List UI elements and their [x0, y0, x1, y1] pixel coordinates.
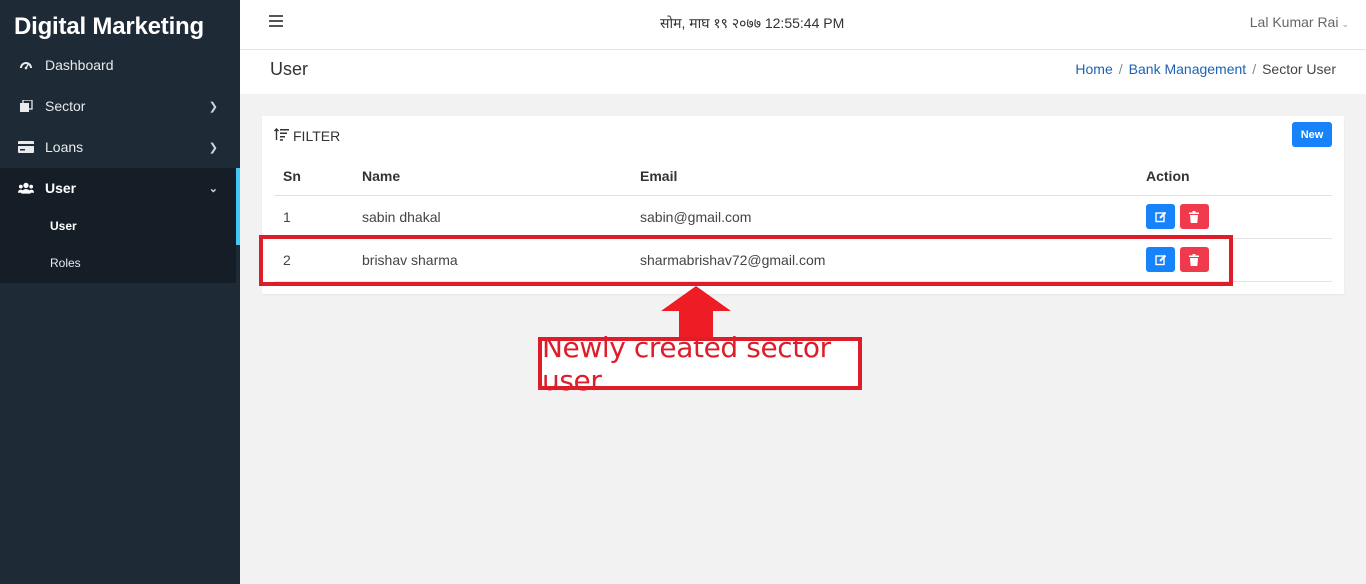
users-icon — [18, 180, 34, 196]
sidebar-subitem-roles[interactable]: Roles — [50, 256, 81, 270]
column-header-sn: Sn — [274, 158, 352, 196]
sidebar-subitem-user[interactable]: User — [50, 219, 77, 233]
column-header-name: Name — [352, 158, 630, 196]
user-menu[interactable]: Lal Kumar Rai ⌄ — [1250, 14, 1349, 30]
sidebar: Digital Marketing Dashboard Sector ❯ Loa… — [0, 0, 240, 584]
top-bar: सोम, माघ १९ २०७७ 12:55:44 PM Lal Kumar R… — [240, 0, 1366, 50]
edit-button[interactable] — [1146, 204, 1175, 229]
sidebar-subnav: User Roles — [0, 207, 236, 283]
dashboard-icon — [18, 57, 34, 73]
sidebar-item-label: Sector — [45, 98, 86, 114]
breadcrumb-separator: / — [1118, 61, 1123, 77]
breadcrumb-bank-management[interactable]: Bank Management — [1129, 61, 1247, 77]
delete-button[interactable] — [1179, 204, 1209, 229]
sidebar-item-user[interactable]: User ⌄ — [0, 168, 240, 245]
breadcrumb-home[interactable]: Home — [1075, 61, 1112, 77]
filter-icon — [274, 128, 289, 144]
filter-toggle[interactable]: FILTER — [274, 128, 340, 144]
sidebar-item-sector[interactable]: Sector ❯ — [0, 86, 240, 126]
cell-name: sabin dhakal — [352, 195, 630, 239]
page-title: User — [270, 59, 309, 79]
chevron-down-icon: ⌄ — [208, 182, 218, 195]
new-user-button[interactable]: New — [1292, 122, 1332, 147]
column-header-email: Email — [630, 158, 1134, 196]
chevron-down-icon: ⌄ — [1341, 19, 1349, 29]
current-datetime: सोम, माघ १९ २०७७ 12:55:44 PM — [660, 15, 845, 31]
cell-sn: 1 — [274, 195, 352, 239]
menu-toggle-icon[interactable] — [269, 15, 283, 27]
breadcrumb-separator: / — [1252, 61, 1257, 77]
annotation-label: Newly created sector user — [538, 331, 862, 397]
table-row: 1 sabin dhakal sabin@gmail.com — [274, 195, 1332, 239]
cell-actions — [1134, 195, 1332, 239]
edit-icon — [1154, 211, 1166, 222]
chevron-right-icon: ❯ — [208, 141, 218, 154]
sidebar-item-loans[interactable]: Loans ❯ — [0, 127, 240, 167]
breadcrumb: Home / Bank Management / Sector User — [1075, 61, 1336, 77]
chevron-right-icon: ❯ — [208, 100, 218, 113]
sidebar-item-label: Dashboard — [45, 57, 114, 73]
column-header-action: Action — [1134, 158, 1332, 196]
filter-label: FILTER — [293, 128, 341, 144]
user-name: Lal Kumar Rai — [1249, 14, 1339, 30]
sidebar-item-label: User — [45, 180, 77, 196]
sidebar-item-label: Loans — [45, 139, 84, 155]
trash-icon — [1189, 210, 1200, 223]
app-brand: Digital Marketing — [14, 13, 204, 40]
cell-email: sabin@gmail.com — [630, 195, 1134, 239]
loans-icon — [18, 139, 34, 155]
sidebar-item-dashboard[interactable]: Dashboard — [0, 45, 240, 85]
sector-icon — [18, 98, 34, 114]
page-header: User Home / Bank Management / Sector User — [240, 50, 1366, 94]
table-header-row: Sn Name Email Action — [274, 158, 1332, 196]
breadcrumb-current: Sector User — [1262, 61, 1336, 77]
highlight-box — [259, 235, 1233, 286]
